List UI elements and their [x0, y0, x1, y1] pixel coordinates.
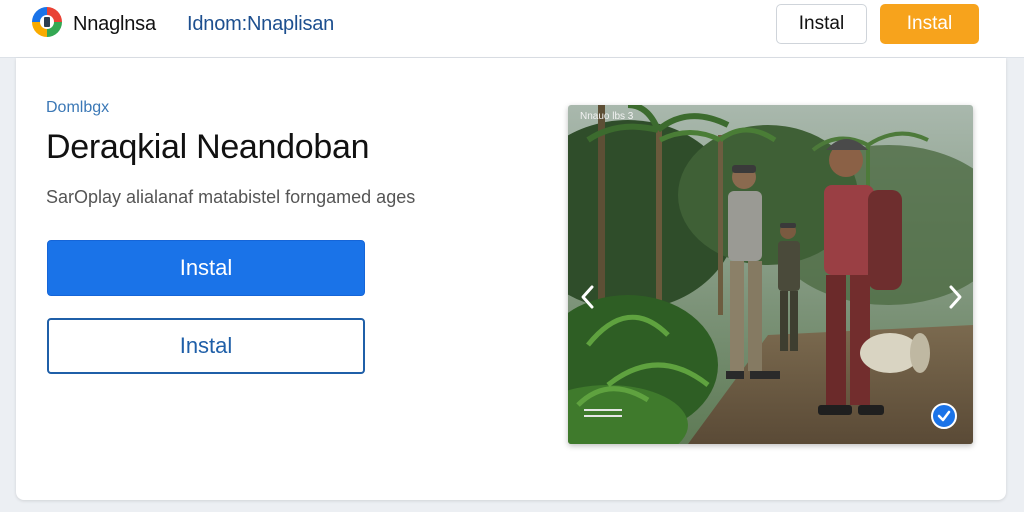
- chevron-right-icon[interactable]: [943, 281, 967, 313]
- install-button-outline[interactable]: Instal: [776, 4, 867, 44]
- top-bar: Nnaglnsa Idnom:Nnaplisan Instal Instal: [0, 0, 1024, 58]
- hero-title: Deraqkial Neandoban: [46, 128, 370, 166]
- app-logo-icon[interactable]: [31, 6, 63, 38]
- brand-name: Nnaglnsa: [73, 13, 156, 35]
- install-button-primary[interactable]: Instal: [880, 4, 979, 44]
- chevron-left-icon[interactable]: [576, 281, 600, 313]
- hero-subtitle: SarOplay alialanaf matabistel forngamed …: [46, 187, 416, 207]
- image-carousel[interactable]: Nnauo lbs 3: [568, 105, 973, 444]
- check-badge-icon: [931, 403, 957, 429]
- nav-link[interactable]: Idnom:Nnaplisan: [187, 13, 334, 36]
- carousel-caption: Nnauo lbs 3: [580, 111, 634, 122]
- install-primary-button[interactable]: Instal: [47, 240, 365, 296]
- install-secondary-button[interactable]: Instal: [47, 318, 365, 374]
- slide-indicator-icon[interactable]: [584, 407, 622, 419]
- carousel-photo: [568, 105, 973, 444]
- hero-kicker: Domlbgx: [46, 99, 110, 116]
